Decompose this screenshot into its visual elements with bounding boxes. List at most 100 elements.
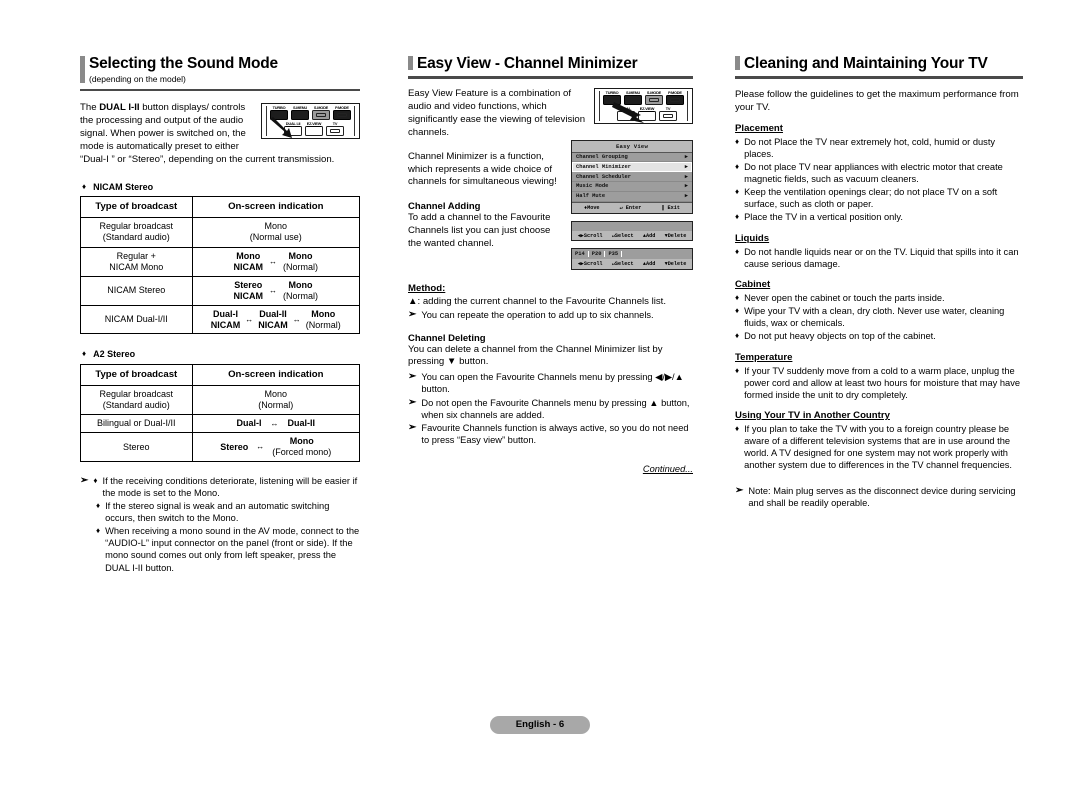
section-title: Cleaning and Maintaining Your TV	[744, 55, 988, 72]
table-row: Bilingual or Dual-I/II Dual-I ↔ Dual-II	[80, 414, 361, 434]
diamond-bullet-icon: ♦	[96, 526, 101, 536]
diamond-bullet-icon: ♦	[735, 136, 740, 146]
header-rule	[735, 76, 1023, 79]
channel-deleting-notes: ➢ You can open the Favourite Channels me…	[408, 371, 693, 445]
osd-bar-favourite-channels: P14 P20 P35 ◀▶Scroll ↵Select ▲Add ▼Delet…	[571, 248, 693, 271]
diamond-bullet-icon: ♦	[735, 365, 740, 375]
osd-empty-channel-strip	[572, 221, 692, 231]
remote-control-diagram-easyview: TURBO S.MENU S.MODE P.MODE EZ.VIEW TV	[594, 87, 693, 125]
osd-item-channel-scheduler[interactable]: Channel Scheduler ▶	[572, 172, 692, 182]
section-header-sound-mode: Selecting the Sound Mode (depending on t…	[80, 55, 360, 85]
osd-channel-strip: P14 P20 P35	[572, 249, 692, 260]
heading-another-country: Using Your TV in Another Country	[735, 409, 890, 421]
chevron-right-icon: ▶	[684, 173, 688, 180]
dual-button-name: DUAL I-II	[99, 102, 140, 114]
table-row: Regular broadcast (Standard audio) Mono …	[80, 217, 361, 248]
placement-list: ♦ Do not Place the TV near extremely hot…	[735, 136, 1023, 224]
osd-hint-delete: ▼Delete	[664, 261, 687, 268]
diamond-bullet-icon: ♦	[735, 306, 740, 316]
liquids-list: ♦ Do not handle liquids near or on the T…	[735, 246, 1023, 270]
osd-item-half-mute[interactable]: Half Mute ▶	[572, 191, 692, 202]
diamond-bullet-icon: ♦	[735, 246, 740, 256]
heading-method: Method:	[408, 283, 446, 295]
osd-hint-select: ↵Select	[611, 232, 634, 239]
header-rule	[80, 88, 360, 92]
page-title: Selecting the Sound Mode	[89, 55, 278, 72]
column-easy-view: Easy View - Channel Minimizer TURBO S.ME…	[408, 55, 693, 474]
remote-key-pmode: P.MODE	[333, 106, 351, 121]
osd-hint-enter: ↵ Enter	[619, 204, 642, 211]
remote-control-diagram-sound: TURBO S.MENU S.MODE P.MODE DUAL I-II EZ.…	[261, 103, 360, 140]
diamond-bullet-icon: ♦	[82, 349, 87, 359]
intro-block: TURBO S.MENU S.MODE P.MODE DUAL I-II EZ.…	[80, 102, 360, 167]
pointer-arrow-icon	[612, 101, 644, 123]
diamond-bullet-icon: ♦	[96, 501, 101, 511]
remote-key-pmode: P.MODE	[666, 90, 684, 106]
remote-key-tv: TV	[326, 122, 344, 137]
bullet-item: ♦ Keep the ventilation openings clear; d…	[735, 187, 998, 210]
temperature-list: ♦ If your TV suddenly move from a cold t…	[735, 365, 1023, 401]
osd-hint-add: ▲Add	[642, 261, 656, 268]
section-subtitle: (depending on the model)	[89, 74, 186, 85]
method-line: ▲: adding the current channel to the Fav…	[408, 296, 667, 308]
osd-channel-item[interactable]: P35	[605, 251, 623, 258]
table-row: NICAM Stereo Stereo NICAM ↔ Mono (Normal…	[80, 276, 361, 306]
bullet-item: ♦ Do not Place the TV near extremely hot…	[735, 136, 996, 159]
bullet-item: ♦ Do not place TV near appliances with e…	[735, 161, 1003, 184]
channel-deleting-body: You can delete a channel from the Channe…	[408, 343, 663, 368]
diamond-bullet-icon: ♦	[82, 181, 87, 191]
heading-temperature: Temperature	[735, 351, 793, 363]
remote-key-ezview: EZ.VIEW	[305, 122, 323, 137]
table-row: Stereo Stereo ↔ Mono (Forced mono)	[80, 432, 361, 463]
osd-channel-item[interactable]: P20	[589, 251, 606, 258]
note-item: ♦ If the stereo signal is weak and an au…	[96, 501, 330, 524]
chevron-right-icon: ▶	[684, 154, 688, 160]
table-nicam-stereo: Type of broadcast On-screen indication R…	[80, 196, 361, 335]
section-title: Easy View - Channel Minimizer	[417, 55, 638, 72]
table-row: NICAM Dual-I/II Dual-I NICAM ↔ Dual-II N…	[80, 304, 361, 335]
table-caption-nicam: ♦ NICAM Stereo	[82, 181, 154, 192]
osd-channel-item[interactable]: P14	[572, 251, 589, 258]
swap-arrow-icon: ↔	[270, 418, 279, 428]
diamond-bullet-icon: ♦	[735, 187, 740, 197]
diamond-bullet-icon: ♦	[735, 292, 740, 302]
remote-key-tv: TV	[659, 106, 677, 122]
diamond-bullet-icon: ♦	[735, 161, 740, 171]
bullet-item: ♦ Do not put heavy objects on top of the…	[735, 331, 936, 342]
osd-bar-empty-list: ◀▶Scroll ↵Select ▲Add ▼Delete	[571, 220, 693, 242]
osd-item-channel-minimizer[interactable]: Channel Minimizer ▶	[572, 162, 692, 173]
diamond-bullet-icon: ♦	[735, 331, 740, 341]
swap-arrow-icon: ↔	[292, 314, 301, 324]
bullet-item: ♦ Wipe your TV with a clean, dry cloth. …	[735, 306, 1005, 329]
remote-right-rail	[686, 90, 689, 122]
heading-placement: Placement	[735, 122, 783, 134]
note-item: ➢ ♦ If the receiving conditions deterior…	[80, 475, 358, 499]
heading-liquids: Liquids	[735, 232, 770, 244]
bullet-item: ♦ Do not handle liquids near or on the T…	[735, 246, 1019, 269]
osd-easy-view-menu: Easy View Channel Grouping ▶ Channel Min…	[571, 139, 693, 271]
osd-item-music-mode[interactable]: Music Mode ▶	[572, 181, 692, 192]
table-a2-stereo: Type of broadcast On-screen indication R…	[80, 363, 361, 463]
osd-hint-exit: ‖ Exit	[661, 204, 681, 211]
bullet-item: ♦ Place the TV in a vertical position on…	[735, 212, 903, 223]
manual-page: Selecting the Sound Mode (depending on t…	[0, 0, 1080, 786]
arrow-bullet-icon: ➢	[408, 371, 417, 383]
osd-footer-hints: ♦Move ↵ Enter ‖ Exit	[572, 201, 692, 213]
table-header-row: Type of broadcast On-screen indication	[80, 196, 361, 219]
chevron-right-icon: ▶	[684, 193, 688, 200]
chevron-right-icon: ▶	[684, 163, 688, 170]
arrow-bullet-icon: ➢	[408, 309, 417, 321]
osd-hints-1: ◀▶Scroll ↵Select ▲Add ▼Delete	[572, 230, 692, 241]
remote-right-rail	[353, 106, 356, 137]
osd-hint-scroll: ◀▶Scroll	[577, 261, 603, 268]
bullet-item: ♦ If you plan to take the TV with you to…	[735, 423, 1012, 471]
section-header-cleaning: Cleaning and Maintaining Your TV	[735, 55, 1023, 72]
cleaning-intro: Please follow the guidelines to get the …	[735, 88, 1019, 113]
osd-hint-select: ↵Select	[611, 261, 634, 268]
column-cleaning: Cleaning and Maintaining Your TV Please …	[735, 55, 1023, 510]
bullet-item: ♦ Never open the cabinet or touch the pa…	[735, 292, 945, 303]
pointer-arrow-icon	[270, 117, 292, 139]
easy-view-intro: TURBO S.MENU S.MODE P.MODE EZ.VIEW TV Ea…	[408, 87, 693, 140]
osd-item-channel-grouping[interactable]: Channel Grouping ▶	[572, 152, 692, 163]
column-sound-mode: Selecting the Sound Mode (depending on t…	[80, 55, 361, 575]
